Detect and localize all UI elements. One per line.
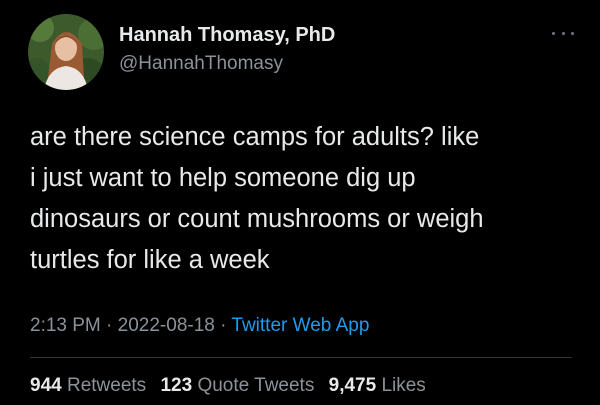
quote-tweets-stat[interactable]: 123 Quote Tweets (160, 375, 314, 396)
tweet-metadata: 2:13 PM · 2022-08-18 · Twitter Web App (30, 315, 369, 337)
tweet-source-link[interactable]: Twitter Web App (231, 315, 369, 336)
likes-count: 9,475 (328, 375, 377, 396)
quote-tweets-label: Quote Tweets (197, 375, 315, 396)
retweets-count: 944 (30, 375, 62, 396)
meta-separator: · (106, 315, 113, 336)
tweet-text-line: are there science camps for adults? like (30, 123, 480, 151)
engagement-stats: 944 Retweets 123 Quote Tweets 9,475 Like… (30, 375, 435, 397)
tweet-card: Hannah Thomasy, PhD @HannahThomasy are t… (0, 0, 600, 405)
tweet-text-line: i just want to help someone dig up (30, 164, 416, 192)
divider (30, 357, 572, 358)
more-options-icon[interactable] (552, 28, 574, 38)
tweet-text-line: turtles for like a week (30, 246, 270, 274)
author-display-name[interactable]: Hannah Thomasy, PhD (119, 24, 335, 47)
avatar[interactable] (28, 14, 104, 90)
quote-tweets-count: 123 (160, 375, 193, 396)
tweet-date[interactable]: 2022-08-18 (118, 315, 215, 336)
profile-photo-icon (28, 14, 104, 90)
tweet-text-line: dinosaurs or count mushrooms or weigh (30, 205, 484, 233)
retweets-label: Retweets (66, 375, 147, 396)
author-handle[interactable]: @HannahThomasy (119, 53, 283, 75)
likes-stat[interactable]: 9,475 Likes (329, 375, 426, 396)
tweet-text: are there science camps for adults? like… (30, 117, 590, 281)
retweets-stat[interactable]: 944 Retweets (30, 375, 146, 396)
tweet-time[interactable]: 2:13 PM (30, 315, 101, 336)
likes-label: Likes (381, 375, 426, 396)
meta-separator: · (220, 315, 227, 336)
